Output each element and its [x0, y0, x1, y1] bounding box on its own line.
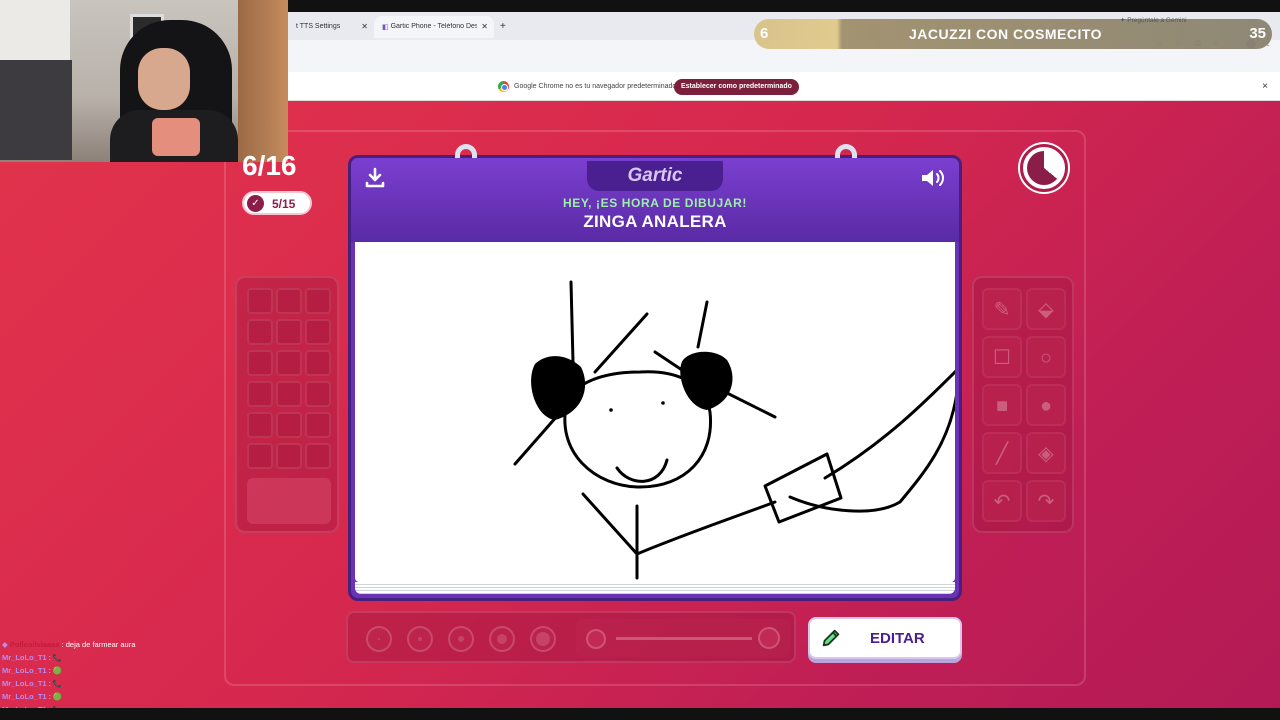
chat-text: : 🟢 [48, 666, 63, 675]
rectangle-fill-tool-icon[interactable]: ■ [982, 384, 1022, 426]
line-tool-icon[interactable]: ╱ [982, 432, 1022, 474]
webcam-feed [0, 0, 288, 162]
color-swatch[interactable] [276, 412, 302, 438]
color-swatch[interactable] [276, 443, 302, 469]
close-tab-icon[interactable]: ✕ [481, 22, 488, 31]
current-color-swatch[interactable] [247, 478, 331, 524]
set-default-button[interactable]: Establecer como predeterminado [674, 79, 799, 95]
color-swatch[interactable] [247, 288, 273, 314]
color-swatch[interactable] [276, 319, 302, 345]
brush-size-bar [346, 611, 796, 663]
round-counter: 6/16 [242, 150, 297, 181]
notebook-header: Gartic HEY, ¡ES HORA DE DIBUJAR! ZINGA A… [351, 158, 959, 242]
color-swatch[interactable] [247, 381, 273, 407]
pencil-tool-icon[interactable]: ✎ [982, 288, 1022, 330]
default-browser-infobar: Google Chrome no es tu navegador predete… [288, 72, 1280, 101]
color-swatch[interactable] [247, 319, 273, 345]
close-infobar-icon[interactable]: × [1262, 81, 1268, 92]
edit-button-label: EDITAR [870, 630, 925, 647]
color-swatch[interactable] [305, 443, 331, 469]
players-done-badge: ✓ 5/15 [242, 191, 312, 215]
redo-icon[interactable]: ↷ [1026, 480, 1066, 522]
chat-message: Mr_LoLo_T1 : 🟢 [2, 690, 302, 703]
chat-text: : 📞 [48, 653, 63, 662]
chat-username: Mr_LoLo_T1 [2, 653, 47, 662]
color-swatch[interactable] [247, 412, 273, 438]
color-swatch[interactable] [276, 350, 302, 376]
download-icon[interactable] [363, 166, 387, 190]
chat-username: Mr_LoLo_T1 [2, 679, 47, 688]
chat-message: Mr_LoLo_T1 : 📞 [2, 651, 302, 664]
close-tab-icon[interactable]: ✕ [361, 22, 368, 31]
gemini-chip[interactable]: ✦ Pregúntale a Gemini [1120, 16, 1187, 28]
circle-fill-tool-icon[interactable]: ● [1026, 384, 1066, 426]
color-palette [235, 276, 339, 533]
opacity-slider[interactable] [576, 619, 790, 657]
chat-badge-icon: ◆ [2, 640, 8, 649]
volume-icon[interactable] [919, 166, 947, 190]
new-tab-button[interactable]: + [494, 16, 514, 38]
color-swatch[interactable] [305, 288, 331, 314]
chat-username: Mr_LoLo_T1 [2, 692, 47, 701]
chat-text: : deja de farmear aura [61, 640, 136, 649]
chat-username: Mr_LoLo_T1 [2, 666, 47, 675]
chat-message: Mr_LoLo_T1 : 🟢 [2, 664, 302, 677]
drawing-prompt: ZINGA ANALERA [583, 212, 727, 231]
tab-label: Gartic Phone - Teléfono Descompuesto [390, 23, 477, 30]
color-swatch[interactable] [276, 288, 302, 314]
drawing-strokes [513, 280, 955, 580]
stream-title-overlay: 6 JACUZZI CON COSMECITO 35 [754, 19, 1272, 49]
check-icon: ✓ [247, 195, 264, 212]
infobar-message: Google Chrome no es tu navegador predete… [514, 83, 677, 90]
chat-message: ◆ Pollosilviaaaa : deja de farmear aura [2, 638, 302, 651]
chat-text: : 🟢 [48, 692, 63, 701]
notebook-pages [355, 582, 955, 594]
chat-text: : 📞 [48, 679, 63, 688]
slider-max-handle[interactable] [758, 627, 780, 649]
gartic-favicon-icon: ◧ [382, 24, 389, 31]
brush-size-option[interactable] [366, 626, 392, 652]
color-swatch[interactable] [305, 412, 331, 438]
stream-chat: ◆ Pollosilviaaaa : deja de farmear aura … [2, 638, 302, 716]
rectangle-outline-tool-icon[interactable]: ☐ [982, 336, 1022, 378]
brush-size-option[interactable] [530, 626, 556, 652]
color-swatch[interactable] [247, 350, 273, 376]
slider-min-handle[interactable] [586, 629, 606, 649]
circle-outline-tool-icon[interactable]: ○ [1026, 336, 1066, 378]
timer-clock [1020, 144, 1068, 192]
color-swatch[interactable] [305, 350, 331, 376]
fill-bucket-tool-icon[interactable]: ◈ [1026, 432, 1066, 474]
drawing-notebook: Gartic HEY, ¡ES HORA DE DIBUJAR! ZINGA A… [348, 144, 962, 601]
drawing-canvas[interactable] [355, 242, 955, 582]
color-swatch[interactable] [247, 443, 273, 469]
color-swatch[interactable] [305, 319, 331, 345]
pencil-icon [822, 629, 840, 647]
color-swatch[interactable] [276, 381, 302, 407]
tab-label: t TTS Settings [296, 23, 341, 30]
players-done-count: 5/15 [272, 197, 296, 211]
brush-size-option[interactable] [448, 626, 474, 652]
brush-size-option[interactable] [489, 626, 515, 652]
eraser-tool-icon[interactable]: ⬙ [1026, 288, 1066, 330]
chat-username: Pollosilviaaaa [9, 640, 60, 649]
brush-size-option[interactable] [407, 626, 433, 652]
chrome-logo-icon [498, 81, 509, 92]
color-swatch[interactable] [305, 381, 331, 407]
chat-message: Mr_LoLo_T1 : 📞 [2, 677, 302, 690]
overlay-right-number: 35 [1249, 25, 1266, 42]
tool-panel: ✎ ⬙ ☐ ○ ■ ● ╱ ◈ ↶ ↷ [972, 276, 1074, 533]
overlay-title: JACUZZI CON COSMECITO [909, 26, 1103, 42]
undo-icon[interactable]: ↶ [982, 480, 1022, 522]
overlay-left-number: 6 [760, 25, 769, 42]
slider-track[interactable] [616, 637, 752, 640]
gartic-logo: Gartic [587, 161, 723, 191]
timer-pie [1027, 151, 1061, 185]
draw-instruction: HEY, ¡ES HORA DE DIBUJAR! [563, 196, 747, 210]
bottom-black-bar [0, 708, 1280, 720]
edit-button[interactable]: EDITAR [808, 617, 962, 659]
tab-tts-settings[interactable]: t TTS Settings ✕ [288, 16, 374, 38]
tab-gartic-phone[interactable]: ◧ Gartic Phone - Teléfono Descompuesto ✕ [374, 16, 494, 38]
